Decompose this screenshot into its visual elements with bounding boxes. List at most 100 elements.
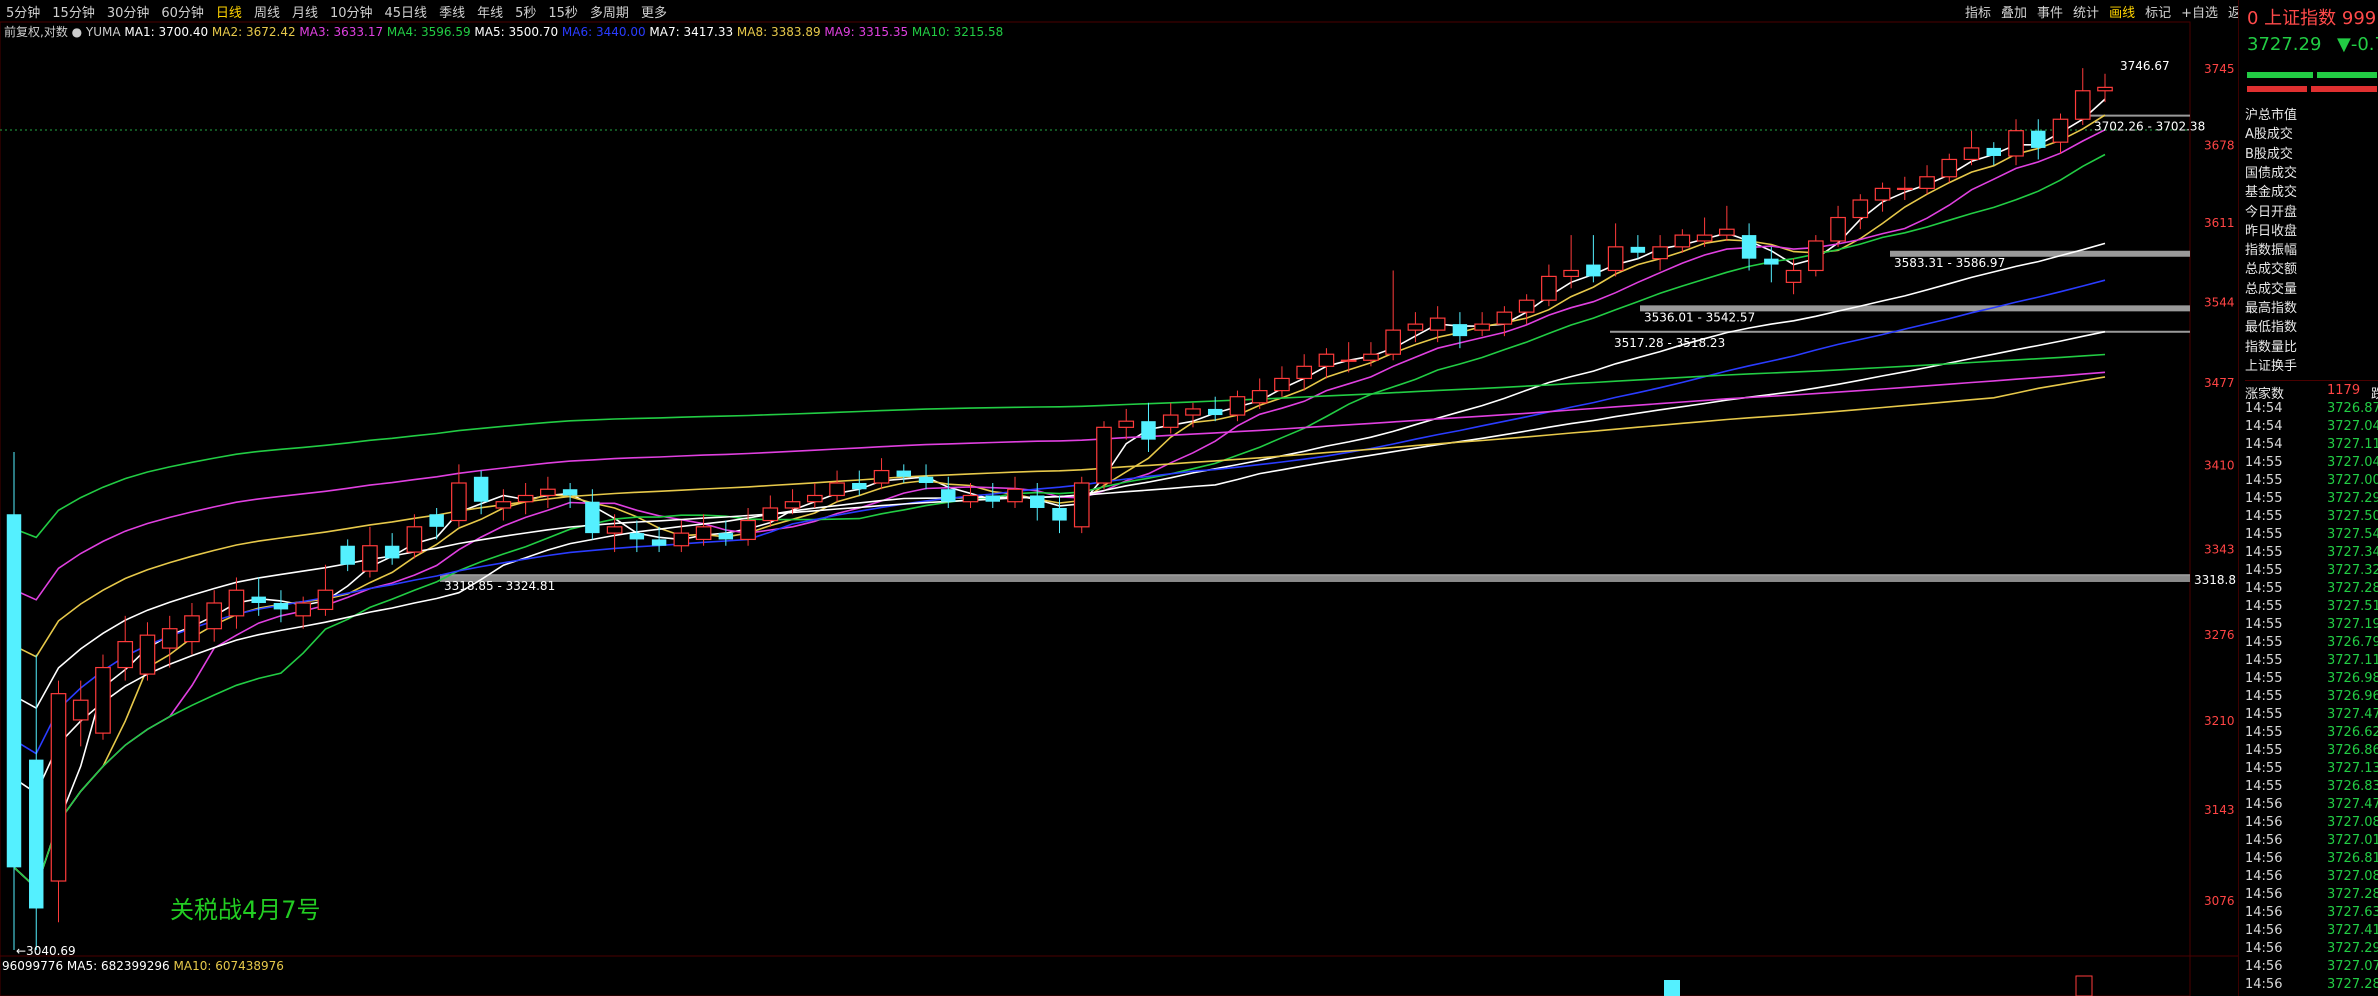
tick-row: 14:54 3726.87 [2245, 401, 2378, 416]
ma-legend: 前复权,对数 ● YUMA MA1: 3700.40 MA2: 3672.42 … [4, 24, 1003, 39]
zone-label: 3583.31 - 3586.97 [1894, 256, 2005, 270]
candle-body [29, 759, 44, 909]
tick-row: 14:55 3727.00 [2245, 473, 2378, 488]
candle-body [1696, 234, 1713, 242]
tick-row: 14:54 3727.11 [2245, 437, 2378, 452]
candle-body [1541, 275, 1557, 301]
candle-body [2074, 90, 2091, 120]
candle-body [251, 596, 266, 604]
candle-body [1607, 246, 1624, 272]
candle-body [1207, 408, 1223, 416]
candle-body [1141, 421, 1156, 440]
tick-row: 14:55 3727.29 [2245, 491, 2378, 506]
tick-row: 14:55 3727.28 [2245, 581, 2378, 596]
volume-bar [2075, 975, 2093, 996]
candle-body [6, 514, 22, 868]
candle-body [1007, 488, 1023, 503]
candle-body [1274, 377, 1290, 392]
candle-body [740, 519, 756, 541]
candle-body [1185, 408, 1201, 416]
tick-row: 14:56 3727.28 [2245, 887, 2378, 902]
candle-body [896, 470, 912, 477]
candle-body [95, 666, 111, 734]
candle-body [495, 501, 512, 509]
stat-label: 今日开盘 [2245, 204, 2298, 220]
candle-body [941, 489, 956, 502]
index-price: 3727.29 [2247, 34, 2322, 55]
y-tick-label: 3076 [2204, 894, 2235, 908]
y-tick-label: 3745 [2204, 62, 2235, 76]
candle-body [517, 494, 534, 503]
stat-label: 指数量比 [2245, 339, 2298, 355]
candle-body [629, 533, 645, 540]
candle-body [2008, 130, 2024, 157]
zone-label: 3536.01 - 3542.57 [1644, 310, 1755, 324]
tick-row: 14:55 3726.96 [2245, 689, 2378, 704]
tick-row: 14:55 3727.11 [2245, 653, 2378, 668]
candle-body [1807, 240, 1824, 272]
y-tick-label: 3143 [2204, 803, 2235, 817]
candle-body [2052, 118, 2069, 143]
price-level-label: 3318.8 [2194, 573, 2236, 587]
stat-label: 总成交量 [2245, 281, 2298, 297]
y-tick-label: 3477 [2204, 376, 2235, 390]
tick-row: 14:54 3727.04 [2245, 419, 2378, 434]
candle-body [695, 526, 712, 541]
candle-body [1452, 324, 1468, 337]
y-tick-label: 3276 [2204, 628, 2235, 642]
candle-body [873, 469, 890, 484]
candle-body [1852, 199, 1869, 219]
high-marker: 3746.67 [2120, 59, 2170, 73]
candle-body [985, 495, 1000, 502]
stat-label: 最高指数 [2245, 301, 2298, 316]
index-change: ▼-0.74 [2337, 34, 2378, 55]
tick-row: 14:55 3727.32 [2245, 563, 2378, 578]
candle-body [540, 488, 556, 497]
tick-row: 14:56 3727.47 [2245, 797, 2378, 812]
candle-body [1340, 359, 1357, 362]
index-title[interactable]: 0 上证指数 999 [2247, 4, 2376, 30]
candle-body [806, 494, 823, 503]
candlestick-chart[interactable]: 3745 3678 3611 3544 3477 3410 3343 3276 3210 3143… [0, 0, 2238, 996]
candle-body [1674, 234, 1691, 248]
candle-body [406, 526, 423, 553]
candle-body [1896, 187, 1913, 190]
candle-body [1363, 353, 1379, 361]
candle-body [1586, 264, 1601, 277]
volume-legend: 96099776 MA5: 682399296 MA10: 607438976 [2, 959, 284, 973]
candle-body [72, 699, 89, 721]
candle-body [429, 514, 444, 527]
y-tick-label: 3544 [2204, 295, 2235, 309]
candle-body [1474, 323, 1490, 331]
candle-body [1874, 187, 1891, 201]
candle-body [1429, 317, 1446, 331]
candle-body [1563, 269, 1579, 278]
candle-body [606, 526, 623, 534]
candle-body [1518, 299, 1535, 313]
candle-body [1407, 323, 1424, 331]
volume-bar [1664, 980, 1680, 996]
tick-row: 14:55 3726.62 [2245, 725, 2378, 740]
stat-label: 上证换手 [2245, 358, 2298, 374]
y-tick-label: 3678 [2204, 138, 2235, 152]
tick-row: 14:55 3727.13 [2245, 761, 2378, 776]
candle-body [1073, 482, 1090, 528]
candle-body [962, 494, 979, 503]
candle-body [2097, 86, 2113, 92]
tick-row: 14:55 3726.98 [2245, 671, 2378, 686]
stock-chart-window: 5分钟 15分钟 30分钟 60分钟 日线 周线 月线 10分钟 45日线 季线 年线 5秒 15秒 多周… [0, 0, 2378, 996]
candle-body [918, 476, 934, 484]
tick-row: 14:56 3727.08 [2245, 815, 2378, 830]
stat-label: 指数振幅 [2245, 243, 2298, 259]
tick-row: 14:56 3727.29 [2245, 941, 2378, 956]
tick-row: 14:55 3727.34 [2245, 545, 2378, 560]
candle-body [273, 603, 289, 610]
candle-body [1052, 507, 1067, 521]
stat-label: 最低指数 [2245, 320, 2298, 336]
candle-body [295, 602, 312, 617]
tick-row: 14:56 3727.63 [2245, 905, 2378, 920]
candle-body [317, 589, 334, 611]
candle-body [1986, 147, 2002, 156]
tick-row: 14:55 3727.51 [2245, 599, 2378, 614]
candle-body [1385, 329, 1401, 355]
